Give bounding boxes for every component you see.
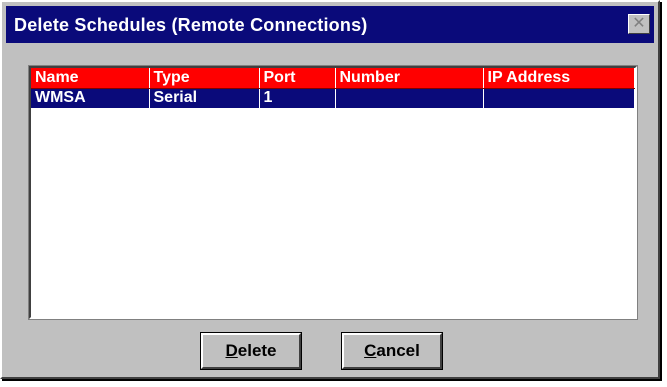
delete-mnemonic: D xyxy=(225,341,238,360)
cancel-label: ancel xyxy=(376,341,420,360)
cell-name: WMSA xyxy=(31,87,150,109)
cell-type: Serial xyxy=(149,87,260,109)
table-header-row: Name Type Port Number IP Address xyxy=(31,68,635,89)
close-icon[interactable]: ✕ xyxy=(628,14,650,34)
delete-label: elete xyxy=(237,341,277,360)
column-header-type[interactable]: Type xyxy=(149,68,260,89)
column-header-name[interactable]: Name xyxy=(31,68,150,89)
column-header-number[interactable]: Number xyxy=(335,68,484,89)
title-bar: Delete Schedules (Remote Connections) ✕ xyxy=(6,6,654,43)
delete-button[interactable]: Delete xyxy=(200,332,302,370)
cancel-mnemonic: C xyxy=(364,341,377,360)
cell-number xyxy=(335,87,484,109)
column-header-ip-address[interactable]: IP Address xyxy=(483,68,635,89)
cancel-button[interactable]: Cancel xyxy=(341,332,443,370)
cell-ip-address xyxy=(483,87,635,109)
connections-table: Name Type Port Number IP Address WMSA Se… xyxy=(31,68,635,109)
window-title: Delete Schedules (Remote Connections) xyxy=(14,15,368,35)
cell-port: 1 xyxy=(259,87,336,109)
table-row[interactable]: WMSA Serial 1 xyxy=(31,87,635,109)
remote-connections-list[interactable]: Name Type Port Number IP Address WMSA Se… xyxy=(28,65,638,320)
column-header-port[interactable]: Port xyxy=(259,68,336,89)
delete-schedules-dialog: Delete Schedules (Remote Connections) ✕ … xyxy=(0,0,660,379)
